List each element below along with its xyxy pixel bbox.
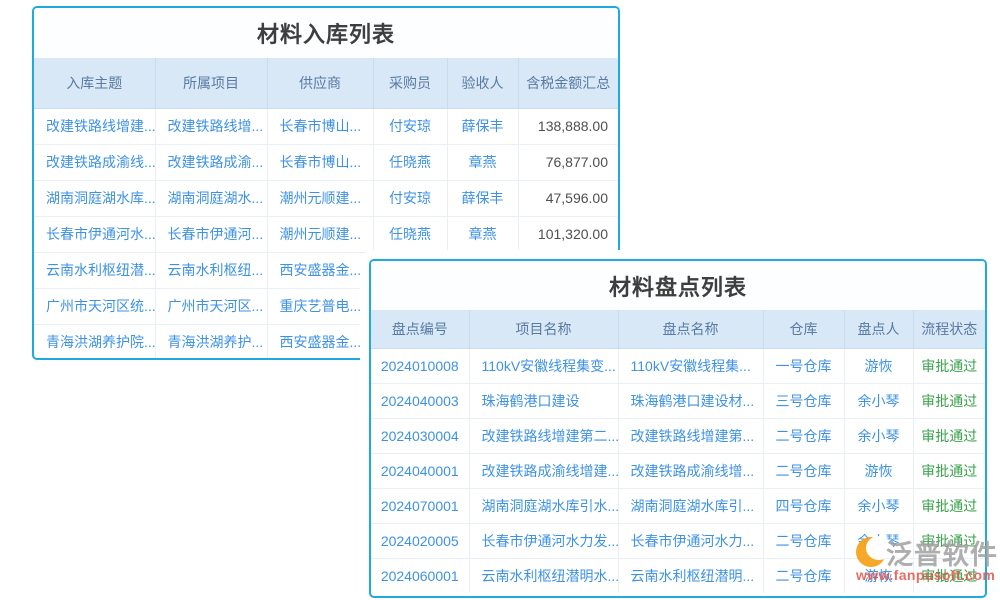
cell-inbound-amount: 101,320.00 <box>518 216 618 252</box>
col-header-stocktake-taker: 盘点人 <box>844 310 913 348</box>
cell-inbound-project[interactable]: 云南水利枢纽... <box>155 252 267 288</box>
cell-inbound-theme[interactable]: 云南水利枢纽潜... <box>34 252 155 288</box>
table-row[interactable]: 改建铁路线增建... 改建铁路线增... 长春市博山... 付安琼 薛保丰 13… <box>34 108 618 144</box>
cell-inbound-supplier[interactable]: 潮州元顺建... <box>267 180 373 216</box>
table-row[interactable]: 2024010008 110kV安徽线程集变... 110kV安徽线程集... … <box>371 348 985 383</box>
cell-inbound-project[interactable]: 长春市伊通河... <box>155 216 267 252</box>
cell-stocktake-name[interactable]: 珠海鹤港口建设材... <box>618 383 763 418</box>
vendor-watermark: 泛普软件 www.fanpusoft.com <box>856 533 1000 583</box>
cell-inbound-supplier[interactable]: 重庆艺普电... <box>267 288 373 324</box>
cell-stocktake-code[interactable]: 2024020005 <box>371 523 469 558</box>
table-row[interactable]: 改建铁路成渝线... 改建铁路成渝... 长春市博山... 任晓燕 章燕 76,… <box>34 144 618 180</box>
cell-inbound-inspector[interactable]: 薛保丰 <box>447 180 518 216</box>
cell-inbound-amount: 138,888.00 <box>518 108 618 144</box>
cell-stocktake-project[interactable]: 珠海鹤港口建设 <box>469 383 618 418</box>
cell-stocktake-name[interactable]: 改建铁路成渝线增... <box>618 453 763 488</box>
col-header-stocktake-name: 盘点名称 <box>618 310 763 348</box>
status-badge[interactable]: 审批通过 <box>913 488 985 523</box>
cell-inbound-inspector[interactable]: 薛保丰 <box>447 108 518 144</box>
cell-inbound-buyer[interactable]: 任晓燕 <box>373 144 447 180</box>
cell-inbound-theme[interactable]: 湖南洞庭湖水库... <box>34 180 155 216</box>
inbound-list-title: 材料入库列表 <box>34 8 618 58</box>
cell-stocktake-project[interactable]: 云南水利枢纽潜明水... <box>469 558 618 593</box>
cell-inbound-supplier[interactable]: 长春市博山... <box>267 108 373 144</box>
cell-stocktake-warehouse[interactable]: 一号仓库 <box>763 348 844 383</box>
cell-inbound-project[interactable]: 广州市天河区... <box>155 288 267 324</box>
cell-inbound-buyer[interactable]: 付安琼 <box>373 180 447 216</box>
cell-stocktake-code[interactable]: 2024070001 <box>371 488 469 523</box>
cell-stocktake-taker[interactable]: 游恢 <box>844 453 913 488</box>
cell-stocktake-taker[interactable]: 游恢 <box>844 348 913 383</box>
cell-inbound-theme[interactable]: 青海洪湖养护院... <box>34 324 155 360</box>
col-header-stocktake-warehouse: 仓库 <box>763 310 844 348</box>
cell-stocktake-project[interactable]: 长春市伊通河水力发... <box>469 523 618 558</box>
cell-stocktake-code[interactable]: 2024010008 <box>371 348 469 383</box>
table-row[interactable]: 2024040001 改建铁路成渝线增建... 改建铁路成渝线增... 二号仓库… <box>371 453 985 488</box>
cell-inbound-theme[interactable]: 广州市天河区统... <box>34 288 155 324</box>
cell-inbound-theme[interactable]: 改建铁路成渝线... <box>34 144 155 180</box>
cell-inbound-supplier[interactable]: 潮州元顺建... <box>267 216 373 252</box>
col-header-stocktake-code: 盘点编号 <box>371 310 469 348</box>
stocktake-header-row: 盘点编号 项目名称 盘点名称 仓库 盘点人 流程状态 <box>371 310 985 348</box>
cell-stocktake-warehouse[interactable]: 三号仓库 <box>763 383 844 418</box>
col-header-inbound-inspector: 验收人 <box>447 58 518 108</box>
cell-stocktake-warehouse[interactable]: 二号仓库 <box>763 453 844 488</box>
status-badge[interactable]: 审批通过 <box>913 383 985 418</box>
table-row[interactable]: 2024040003 珠海鹤港口建设 珠海鹤港口建设材... 三号仓库 余小琴 … <box>371 383 985 418</box>
cell-inbound-supplier[interactable]: 西安盛器金... <box>267 252 373 288</box>
status-badge[interactable]: 审批通过 <box>913 453 985 488</box>
inbound-header-row: 入库主题 所属项目 供应商 采购员 验收人 含税金额汇总 <box>34 58 618 108</box>
cell-stocktake-warehouse[interactable]: 二号仓库 <box>763 558 844 593</box>
table-row[interactable]: 长春市伊通河水... 长春市伊通河... 潮州元顺建... 任晓燕 章燕 101… <box>34 216 618 252</box>
col-header-inbound-project: 所属项目 <box>155 58 267 108</box>
cell-stocktake-name[interactable]: 长春市伊通河水力... <box>618 523 763 558</box>
cell-stocktake-code[interactable]: 2024060001 <box>371 558 469 593</box>
col-header-inbound-theme: 入库主题 <box>34 58 155 108</box>
cell-stocktake-warehouse[interactable]: 二号仓库 <box>763 418 844 453</box>
cell-inbound-supplier[interactable]: 西安盛器金... <box>267 324 373 360</box>
cell-inbound-buyer[interactable]: 任晓燕 <box>373 216 447 252</box>
col-header-stocktake-status: 流程状态 <box>913 310 985 348</box>
cell-inbound-inspector[interactable]: 章燕 <box>447 144 518 180</box>
cell-stocktake-project[interactable]: 湖南洞庭湖水库引水... <box>469 488 618 523</box>
cell-inbound-project[interactable]: 改建铁路成渝... <box>155 144 267 180</box>
table-row[interactable]: 2024070001 湖南洞庭湖水库引水... 湖南洞庭湖水库引... 四号仓库… <box>371 488 985 523</box>
cell-stocktake-name[interactable]: 湖南洞庭湖水库引... <box>618 488 763 523</box>
cell-inbound-amount: 47,596.00 <box>518 180 618 216</box>
cell-stocktake-name[interactable]: 110kV安徽线程集... <box>618 348 763 383</box>
fanpu-logo-icon <box>856 536 886 570</box>
cell-stocktake-name[interactable]: 云南水利枢纽潜明... <box>618 558 763 593</box>
cell-stocktake-code[interactable]: 2024040001 <box>371 453 469 488</box>
status-badge[interactable]: 审批通过 <box>913 418 985 453</box>
cell-stocktake-code[interactable]: 2024030004 <box>371 418 469 453</box>
cell-inbound-inspector[interactable]: 章燕 <box>447 216 518 252</box>
cell-stocktake-taker[interactable]: 余小琴 <box>844 383 913 418</box>
cell-stocktake-name[interactable]: 改建铁路线增建第... <box>618 418 763 453</box>
table-row[interactable]: 2024030004 改建铁路线增建第二... 改建铁路线增建第... 二号仓库… <box>371 418 985 453</box>
cell-inbound-theme[interactable]: 改建铁路线增建... <box>34 108 155 144</box>
cell-stocktake-warehouse[interactable]: 二号仓库 <box>763 523 844 558</box>
cell-inbound-supplier[interactable]: 长春市博山... <box>267 144 373 180</box>
col-header-inbound-amount: 含税金额汇总 <box>518 58 618 108</box>
watermark-url: www.fanpusoft.com <box>856 567 1000 583</box>
cell-inbound-amount: 76,877.00 <box>518 144 618 180</box>
cell-inbound-project[interactable]: 改建铁路线增... <box>155 108 267 144</box>
cell-inbound-project[interactable]: 青海洪湖养护... <box>155 324 267 360</box>
stocktake-list-title: 材料盘点列表 <box>371 261 985 310</box>
col-header-stocktake-project: 项目名称 <box>469 310 618 348</box>
cell-stocktake-warehouse[interactable]: 四号仓库 <box>763 488 844 523</box>
cell-inbound-project[interactable]: 湖南洞庭湖水... <box>155 180 267 216</box>
col-header-inbound-buyer: 采购员 <box>373 58 447 108</box>
cell-inbound-buyer[interactable]: 付安琼 <box>373 108 447 144</box>
cell-stocktake-taker[interactable]: 余小琴 <box>844 418 913 453</box>
cell-stocktake-project[interactable]: 改建铁路线增建第二... <box>469 418 618 453</box>
cell-stocktake-code[interactable]: 2024040003 <box>371 383 469 418</box>
table-row[interactable]: 湖南洞庭湖水库... 湖南洞庭湖水... 潮州元顺建... 付安琼 薛保丰 47… <box>34 180 618 216</box>
cell-stocktake-project[interactable]: 110kV安徽线程集变... <box>469 348 618 383</box>
cell-stocktake-taker[interactable]: 余小琴 <box>844 488 913 523</box>
col-header-inbound-supplier: 供应商 <box>267 58 373 108</box>
cell-stocktake-project[interactable]: 改建铁路成渝线增建... <box>469 453 618 488</box>
cell-inbound-theme[interactable]: 长春市伊通河水... <box>34 216 155 252</box>
status-badge[interactable]: 审批通过 <box>913 348 985 383</box>
